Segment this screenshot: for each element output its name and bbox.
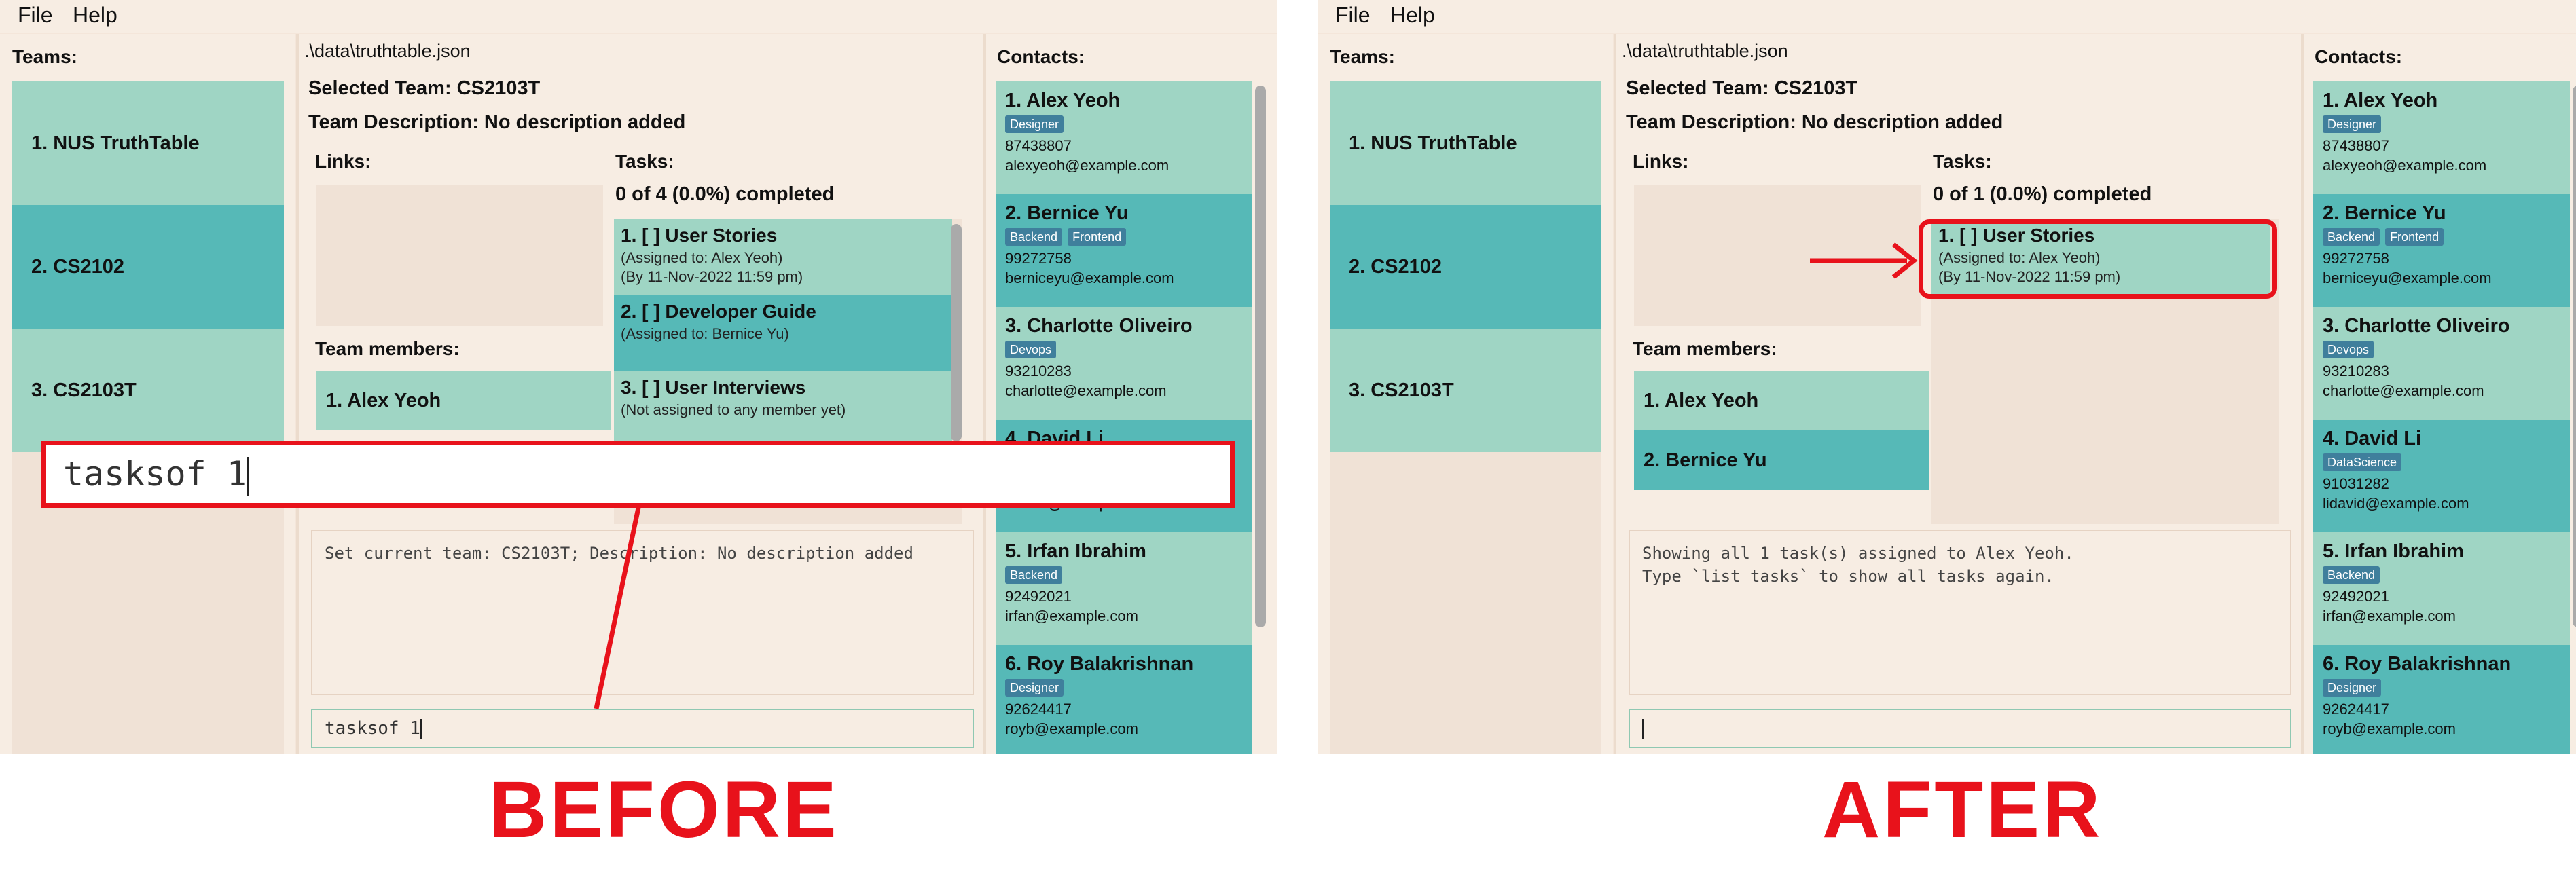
before-caption: BEFORE: [489, 765, 839, 855]
annotation-layer: [594, 242, 1918, 709]
highlighted-task-box: [1919, 219, 2277, 299]
callout-connector-line: [594, 507, 641, 709]
after-caption: AFTER: [1822, 765, 2103, 855]
